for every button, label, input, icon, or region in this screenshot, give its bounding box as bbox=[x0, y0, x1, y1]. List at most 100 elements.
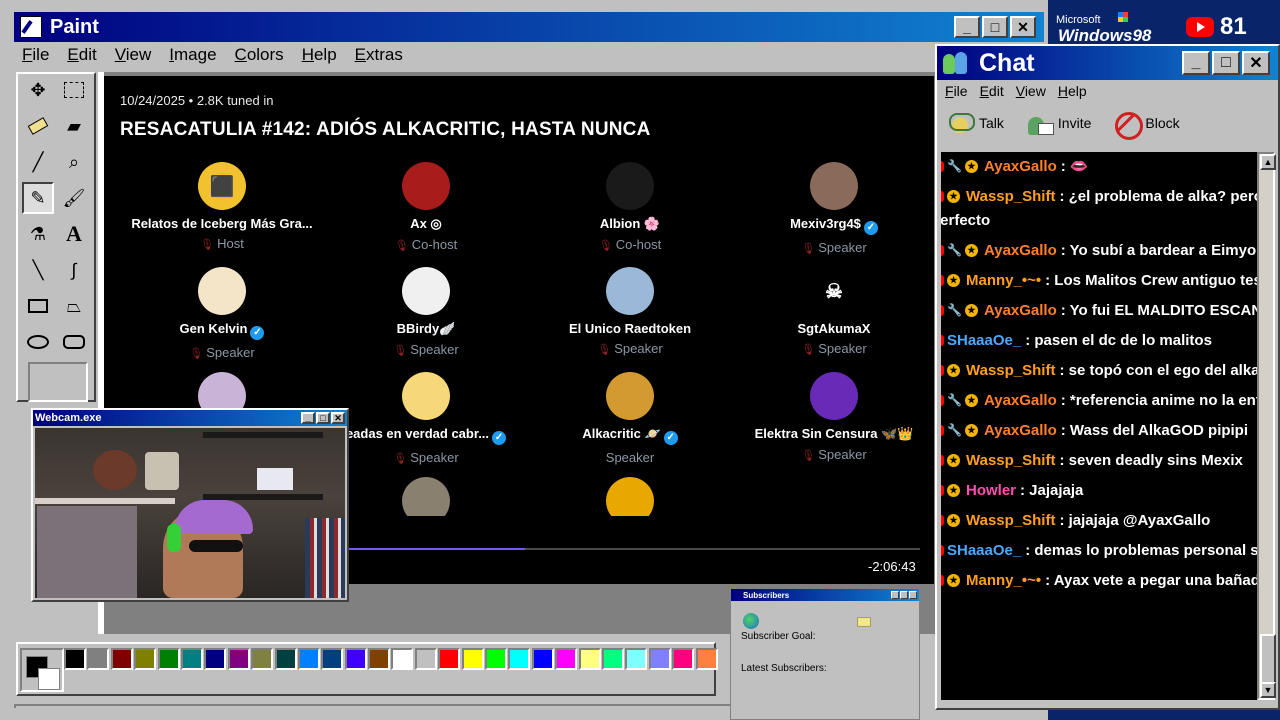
polygon-icon[interactable]: ⏢ bbox=[58, 290, 90, 322]
airbrush-icon[interactable]: ⚗ bbox=[22, 218, 54, 250]
talk-button[interactable]: Talk bbox=[947, 111, 1004, 135]
palette-swatch[interactable] bbox=[555, 648, 578, 670]
participant-card[interactable]: ⬛ Relatos de Iceberg Más Gra... 🎙 Host bbox=[120, 162, 324, 251]
chat-username[interactable]: Wassp_Shift bbox=[966, 452, 1055, 469]
magnifier-icon[interactable]: ⌕ bbox=[58, 146, 90, 178]
palette-swatch[interactable] bbox=[578, 648, 601, 670]
participant-card[interactable]: Mexiv3rg4$ ✓ 🎙 Speaker bbox=[732, 162, 936, 255]
rounded-rect-icon[interactable] bbox=[58, 326, 90, 358]
chat-minimize-button[interactable]: _ bbox=[1182, 51, 1210, 75]
rect-select-icon[interactable] bbox=[58, 74, 90, 106]
palette-swatch[interactable] bbox=[461, 648, 484, 670]
eraser-icon[interactable] bbox=[22, 110, 54, 142]
palette-swatch[interactable] bbox=[368, 648, 391, 670]
palette-swatch[interactable] bbox=[414, 648, 437, 670]
palette-swatch[interactable] bbox=[134, 648, 157, 670]
palette-swatch[interactable] bbox=[321, 648, 344, 670]
palette-swatch[interactable] bbox=[157, 648, 180, 670]
palette-swatch[interactable] bbox=[110, 648, 133, 670]
webcam-minimize-button[interactable]: _ bbox=[301, 412, 315, 424]
chat-username[interactable]: AyaxGallo bbox=[984, 302, 1057, 319]
palette-swatch[interactable] bbox=[391, 648, 414, 670]
menu-image[interactable]: Image bbox=[169, 45, 216, 65]
minimize-button[interactable]: _ bbox=[954, 16, 980, 38]
menu-file[interactable]: File bbox=[22, 45, 49, 65]
palette-swatch[interactable] bbox=[648, 648, 671, 670]
subs-maximize-button[interactable] bbox=[900, 591, 908, 599]
curve-icon[interactable]: ∫ bbox=[58, 254, 90, 286]
chat-maximize-button[interactable]: □ bbox=[1212, 51, 1240, 75]
maximize-button[interactable]: □ bbox=[982, 16, 1008, 38]
palette-swatch[interactable] bbox=[297, 648, 320, 670]
participant-card[interactable]: El Unico Raedtoken 🎙 Speaker bbox=[528, 267, 732, 356]
participant-card[interactable]: ☠ SgtAkumaX 🎙 Speaker bbox=[732, 267, 936, 356]
playback-progress[interactable] bbox=[348, 548, 920, 550]
brush-icon[interactable]: 🖌 bbox=[58, 182, 90, 214]
chat-username[interactable]: AyaxGallo bbox=[984, 242, 1057, 259]
palette-swatch[interactable] bbox=[204, 648, 227, 670]
block-button[interactable]: Block bbox=[1113, 111, 1180, 140]
chat-username[interactable]: Manny_•~• bbox=[966, 272, 1041, 289]
palette-swatch[interactable] bbox=[344, 648, 367, 670]
webcam-titlebar[interactable]: Webcam.exe _ □ ✕ bbox=[33, 410, 347, 426]
current-colors[interactable] bbox=[20, 648, 64, 692]
participant-card[interactable]: eadas en verdad cabr... ✓ 🎙 Speaker bbox=[324, 372, 528, 465]
subs-close-button[interactable] bbox=[909, 591, 917, 599]
participant-card[interactable]: BBirdy🪽 🎙 Speaker bbox=[324, 267, 528, 357]
subs-minimize-button[interactable] bbox=[891, 591, 899, 599]
participant-card[interactable]: Albion 🌸 🎙 Co-host bbox=[528, 162, 732, 252]
palette-swatch[interactable] bbox=[227, 648, 250, 670]
palette-swatch[interactable] bbox=[625, 648, 648, 670]
chat-username[interactable]: Wassp_Shift bbox=[966, 362, 1055, 379]
ellipse-icon[interactable] bbox=[22, 326, 54, 358]
chat-username[interactable]: SHaaaOe_ bbox=[947, 542, 1021, 559]
menu-help[interactable]: Help bbox=[302, 45, 337, 65]
text-tool-icon[interactable]: A bbox=[58, 218, 90, 250]
chat-scrollbar[interactable]: ▲ ▼ bbox=[1257, 152, 1276, 700]
palette-swatch[interactable] bbox=[87, 648, 110, 670]
chat-username[interactable]: Wassp_Shift bbox=[966, 512, 1055, 529]
palette-swatch[interactable] bbox=[508, 648, 531, 670]
participant-card[interactable]: Gen Kelvin ✓ 🎙 Speaker bbox=[120, 267, 324, 360]
color-picker-icon[interactable]: ╱ bbox=[22, 146, 54, 178]
webcam-close-button[interactable]: ✕ bbox=[331, 412, 345, 424]
palette-swatch[interactable] bbox=[274, 648, 297, 670]
chat-log[interactable]: 🔧★AyaxGallo: pero soy persuasiva🔧★AyaxGa… bbox=[941, 152, 1257, 700]
chat-menu-edit[interactable]: Edit bbox=[980, 83, 1004, 99]
subscribers-titlebar[interactable]: Subscribers bbox=[731, 589, 919, 601]
chat-menu-view[interactable]: View bbox=[1016, 83, 1046, 99]
chat-username[interactable]: Howler bbox=[966, 482, 1016, 499]
scroll-thumb[interactable] bbox=[1260, 634, 1276, 684]
chat-username[interactable]: AyaxGallo bbox=[984, 158, 1057, 175]
webcam-maximize-button[interactable]: □ bbox=[316, 412, 330, 424]
palette-swatch[interactable] bbox=[251, 648, 274, 670]
rectangle-icon[interactable] bbox=[22, 290, 54, 322]
line-icon[interactable]: ╲ bbox=[22, 254, 54, 286]
menu-view[interactable]: View bbox=[115, 45, 152, 65]
palette-swatch[interactable] bbox=[485, 648, 508, 670]
chat-username[interactable]: Manny_•~• bbox=[966, 572, 1041, 589]
invite-button[interactable]: Invite bbox=[1026, 111, 1091, 135]
participant-card[interactable]: Elektra Sin Censura 🦋👑 🎙 Speaker bbox=[732, 372, 936, 462]
palette-swatch[interactable] bbox=[438, 648, 461, 670]
paint-titlebar[interactable]: Paint _ □ ✕ bbox=[14, 12, 1044, 42]
chat-titlebar[interactable]: Chat _ □ ✕ bbox=[937, 46, 1278, 80]
scroll-down-icon[interactable]: ▼ bbox=[1260, 682, 1276, 698]
free-select-icon[interactable]: ✥ bbox=[22, 74, 54, 106]
palette-swatch[interactable] bbox=[531, 648, 554, 670]
palette-swatch[interactable] bbox=[695, 648, 718, 670]
menu-edit[interactable]: Edit bbox=[67, 45, 96, 65]
chat-username[interactable]: AyaxGallo bbox=[984, 422, 1057, 439]
chat-menu-help[interactable]: Help bbox=[1058, 83, 1087, 99]
palette-swatch[interactable] bbox=[64, 648, 86, 670]
chat-username[interactable]: SHaaaOe_ bbox=[947, 332, 1021, 349]
palette-swatch[interactable] bbox=[180, 648, 203, 670]
participant-card[interactable]: Ax ◎ 🎙 Co-host bbox=[324, 162, 528, 252]
close-button[interactable]: ✕ bbox=[1010, 16, 1036, 38]
fill-bucket-icon[interactable]: ▰ bbox=[58, 110, 90, 142]
chat-menu-file[interactable]: File bbox=[945, 83, 968, 99]
palette-swatch[interactable] bbox=[672, 648, 695, 670]
chat-username[interactable]: Wassp_Shift bbox=[966, 188, 1055, 205]
palette-swatch[interactable] bbox=[601, 648, 624, 670]
tool-options[interactable] bbox=[28, 362, 88, 402]
